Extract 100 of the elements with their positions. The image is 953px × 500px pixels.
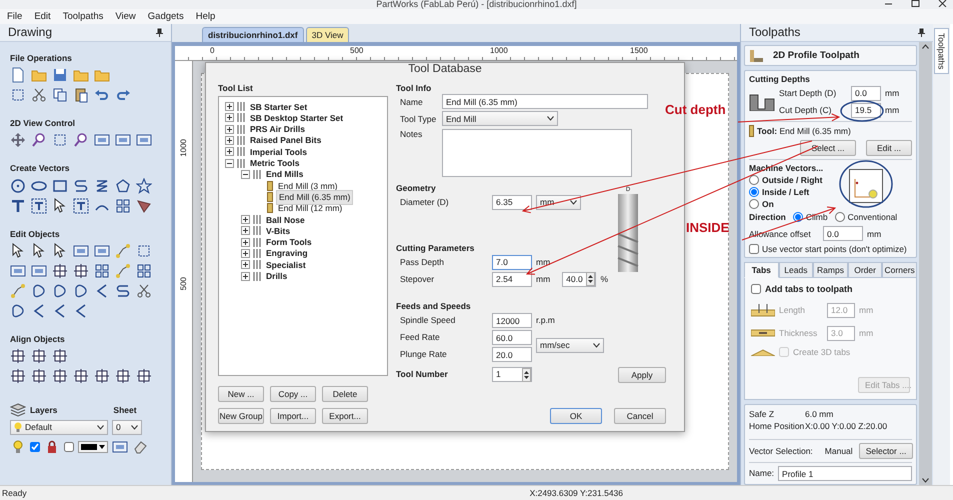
tree-item[interactable]: Ball Nose [266,214,305,225]
spindle-speed-field[interactable]: 12000 [492,313,532,328]
edit-button[interactable]: Edit ... [866,140,912,156]
radio-button[interactable] [749,186,759,197]
tree-item[interactable]: SB Desktop Starter Set [250,112,344,124]
expand-icon[interactable] [225,147,234,156]
notes-field[interactable] [442,128,632,177]
expand-icon[interactable] [241,215,250,224]
save-icon[interactable] [52,67,68,84]
tree-item[interactable]: Drills [266,270,288,282]
align-icon[interactable] [10,348,26,364]
window-icon[interactable] [136,132,152,148]
tree-item[interactable]: Metric Tools [250,158,300,168]
node-icon[interactable] [10,282,26,299]
shape-icon[interactable] [10,302,26,319]
tab[interactable]: Ramps [813,262,848,278]
align-icon[interactable] [52,368,68,384]
pin-icon[interactable] [156,28,163,37]
feed-rate-field[interactable]: 60.0 [492,330,532,346]
scroll-down-icon[interactable] [922,478,929,483]
tab[interactable]: Order [848,262,882,278]
move-icon[interactable] [10,132,26,148]
eraser-icon[interactable] [132,438,148,455]
tree-item[interactable]: Form Tools [266,237,312,248]
zigzag-icon[interactable] [94,178,110,194]
name-field[interactable]: End Mill (6.35 mm) [442,94,648,110]
pointer-icon[interactable] [10,242,26,259]
window-icon[interactable] [31,262,47,279]
menu-item[interactable]: Toolpaths [62,10,104,22]
frame-icon[interactable] [52,132,68,148]
layer-dropdown[interactable]: Default [10,420,108,435]
circle-icon[interactable] [10,178,26,194]
pointer-icon[interactable] [31,242,47,259]
align-icon[interactable] [10,368,26,384]
apply-button[interactable]: Apply [618,366,666,383]
window-icon[interactable] [94,242,110,259]
tab[interactable]: Leads [778,262,814,278]
window-icon[interactable] [94,132,110,148]
tree-item[interactable]: End Mills [266,169,304,180]
sheet-dropdown[interactable]: 0 [112,420,142,435]
scissors-icon[interactable] [136,282,152,299]
scrollbar[interactable] [919,42,932,485]
expand-icon[interactable] [225,136,234,146]
align-icon[interactable] [73,368,89,384]
dialog-button[interactable]: New Group [218,408,264,424]
allowance-field[interactable]: 0.0 [823,226,863,242]
frame-icon[interactable] [10,87,26,104]
window-icon[interactable] [112,438,128,455]
expand-icon[interactable] [241,226,250,236]
tree-item[interactable]: Specialist [266,260,306,270]
dialog-button[interactable]: Copy ... [270,386,316,402]
shape-icon[interactable] [31,282,47,299]
text-tool-icon[interactable] [10,198,26,214]
tree-item[interactable]: V-Bits [266,226,290,236]
zoom-icon[interactable] [31,132,47,148]
spin-field[interactable]: 40.0 [562,272,596,287]
align-icon[interactable] [73,262,89,279]
radio-button[interactable] [749,174,759,185]
ok-button[interactable]: OK [550,408,602,424]
tool-number-spinner[interactable]: 1 [492,367,532,382]
expand-icon[interactable] [225,124,234,134]
expand-icon[interactable] [225,113,234,122]
document-icon[interactable] [10,67,26,84]
tab[interactable]: Corners [882,262,917,278]
shape-icon[interactable] [52,282,68,299]
menu-item[interactable]: Help [196,10,216,22]
close-icon[interactable] [938,0,947,7]
text-frame-icon[interactable] [73,198,89,214]
window-icon[interactable] [10,262,26,279]
align-icon[interactable] [115,368,131,384]
maximize-icon[interactable] [911,0,920,7]
rectangle-icon[interactable] [52,178,68,194]
align-icon[interactable] [52,348,68,364]
align-icon[interactable] [94,368,110,384]
checkbox[interactable] [749,244,759,254]
radio-button[interactable] [834,212,845,222]
document-tab[interactable]: distribucionrhino1.dxf [202,26,304,42]
copy-icon[interactable] [52,87,68,104]
menu-item[interactable]: Edit [34,10,51,22]
cancel-button[interactable]: Cancel [614,408,666,424]
text-frame-icon[interactable] [31,198,47,214]
unit-dropdown[interactable]: mm [536,194,581,210]
visible-checkbox[interactable] [30,442,40,452]
align-icon[interactable] [136,368,152,384]
cut-depth-field[interactable]: 19.5 [851,102,881,118]
star-icon[interactable] [136,178,152,194]
tree-item[interactable]: SB Starter Set [250,102,308,112]
selector-button[interactable]: Selector ... [858,443,914,459]
pin-icon[interactable] [918,28,925,37]
expand-icon[interactable] [241,260,250,270]
tree-item[interactable]: Engraving [266,248,308,259]
curve-icon[interactable] [115,282,131,299]
expand-icon[interactable] [241,272,250,281]
curve-icon[interactable] [73,178,89,194]
tree-item[interactable]: End Mill (12 mm) [276,203,344,214]
color-picker[interactable] [78,440,108,453]
tree-item[interactable]: End Mill (6.35 mm) [276,190,354,205]
shape-icon[interactable] [73,282,89,299]
expand-icon[interactable] [241,248,250,258]
rate-unit-dropdown[interactable]: mm/sec [536,338,604,354]
